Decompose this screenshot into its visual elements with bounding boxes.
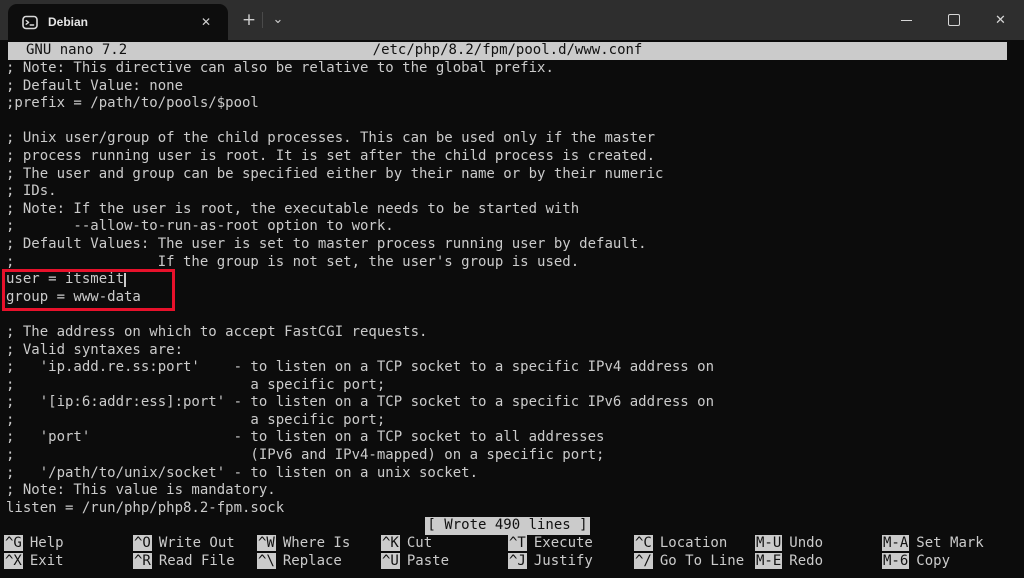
shortcut-go-to-line: ^/Go To Line: [634, 553, 755, 571]
terminal-screen[interactable]: GNU nano 7.2 /etc/php/8.2/fpm/pool.d/www…: [0, 40, 1024, 578]
maximize-button[interactable]: [930, 0, 977, 40]
shortcut-exit: ^XExit: [4, 553, 133, 571]
tabbar-divider: [262, 12, 263, 28]
shortcut-help: ^GHelp: [4, 535, 133, 553]
shortcut-copy: M-6Copy: [882, 553, 1020, 571]
status-message: [ Wrote 490 lines ]: [425, 517, 589, 535]
text-cursor: [124, 273, 126, 287]
file-path: /etc/php/8.2/fpm/pool.d/www.conf: [8, 42, 1007, 60]
nano-titlebar: GNU nano 7.2 /etc/php/8.2/fpm/pool.d/www…: [8, 42, 1007, 60]
shortcut-execute: ^TExecute: [508, 535, 634, 553]
shortcut-justify: ^JJustify: [508, 553, 634, 571]
tab-dropdown-button[interactable]: ⌄: [266, 8, 290, 32]
shortcut-location: ^CLocation: [634, 535, 755, 553]
shortcut-undo: M-UUndo: [755, 535, 882, 553]
minimize-button[interactable]: [883, 0, 930, 40]
minimize-icon: [901, 20, 912, 21]
shortcut-redo: M-ERedo: [755, 553, 882, 571]
new-tab-button[interactable]: +: [236, 8, 262, 32]
shortcut-bar: ^GHelp ^OWrite Out ^WWhere Is ^KCut ^TEx…: [4, 535, 1020, 570]
tab-debian[interactable]: Debian ✕: [8, 4, 228, 40]
shortcut-row-2: ^XExit ^RRead File ^\Replace ^UPaste ^JJ…: [4, 553, 1020, 571]
window-titlebar: Debian ✕ + ⌄ ✕: [0, 0, 1024, 40]
shortcut-write-out: ^OWrite Out: [133, 535, 257, 553]
shortcut-row-1: ^GHelp ^OWrite Out ^WWhere Is ^KCut ^TEx…: [4, 535, 1020, 553]
close-button[interactable]: ✕: [977, 0, 1024, 40]
window-controls: ✕: [883, 0, 1024, 40]
shortcut-where-is: ^WWhere Is: [257, 535, 381, 553]
shortcut-replace: ^\Replace: [257, 553, 381, 571]
tab-close-button[interactable]: ✕: [196, 13, 216, 31]
status-row: [ Wrote 490 lines ]: [8, 517, 1007, 535]
shortcut-paste: ^UPaste: [381, 553, 508, 571]
editor-content[interactable]: ; Note: This directive can also be relat…: [6, 60, 714, 517]
shortcut-read-file: ^RRead File: [133, 553, 257, 571]
terminal-window: Debian ✕ + ⌄ ✕ GNU nano 7.2 /etc/php/8.2…: [0, 0, 1024, 578]
tab-title: Debian: [48, 15, 196, 29]
shortcut-set-mark: M-ASet Mark: [882, 535, 1020, 553]
maximize-icon: [948, 14, 960, 26]
terminal-icon: [22, 15, 38, 30]
close-icon: ✕: [995, 13, 1006, 28]
shortcut-cut: ^KCut: [381, 535, 508, 553]
